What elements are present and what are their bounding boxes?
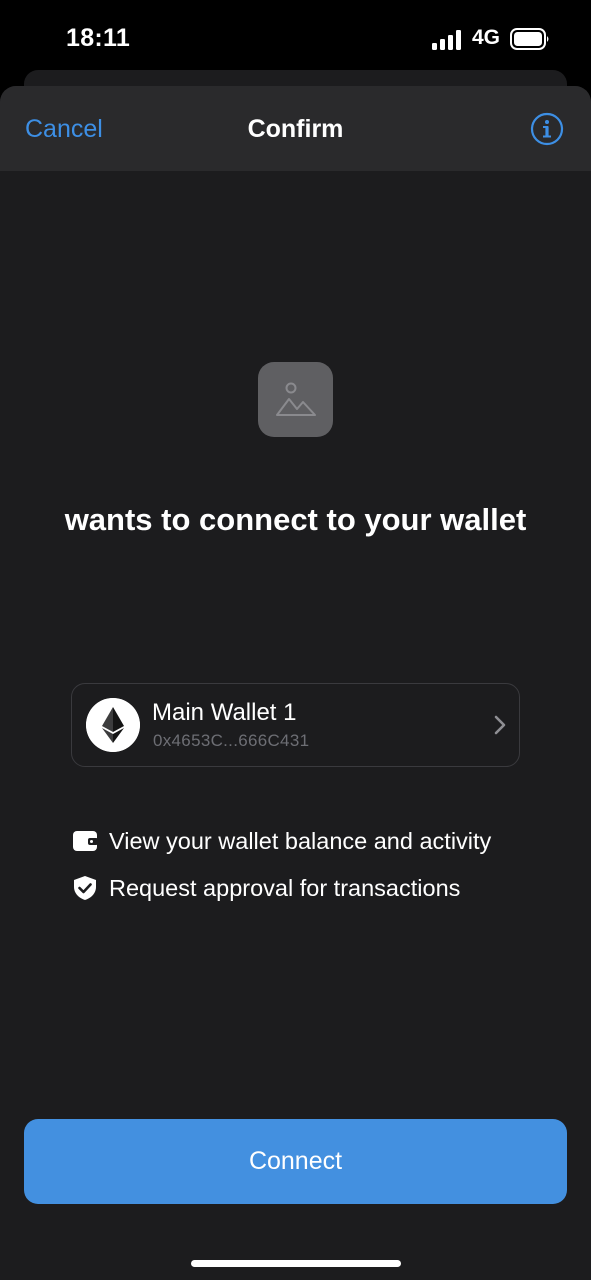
connect-button[interactable]: Connect [24, 1119, 567, 1204]
permission-item-transactions: Request approval for transactions [72, 872, 460, 904]
confirm-sheet: Cancel Confirm wants to connect to your … [0, 86, 591, 1280]
connect-headline: wants to connect to your wallet [64, 502, 527, 537]
permission-label: Request approval for transactions [109, 874, 461, 901]
shield-check-icon [74, 876, 96, 900]
permission-label: View your wallet balance and activity [109, 827, 492, 854]
info-icon[interactable] [530, 112, 564, 146]
wallet-name: Main Wallet 1 [152, 699, 297, 726]
wallet-icon [73, 831, 98, 851]
ethereum-icon [86, 698, 140, 752]
status-bar: 18:11 4G [0, 0, 591, 80]
image-placeholder-icon [275, 382, 316, 416]
permission-item-balance: View your wallet balance and activity [72, 825, 491, 857]
wallet-address: 0x4653C...666C431 [153, 731, 310, 750]
wallet-selector[interactable]: Main Wallet 1 0x4653C...666C431 [71, 683, 520, 767]
navigation-bar: Cancel Confirm [0, 86, 591, 171]
network-type: 4G [472, 26, 501, 49]
battery-icon [510, 28, 549, 50]
dapp-icon-placeholder [258, 362, 333, 437]
status-time: 18:11 [66, 24, 131, 52]
home-indicator[interactable] [191, 1260, 401, 1267]
page-title: Confirm [247, 115, 344, 143]
chevron-right-icon [494, 715, 506, 735]
cellular-signal-icon [432, 30, 461, 50]
